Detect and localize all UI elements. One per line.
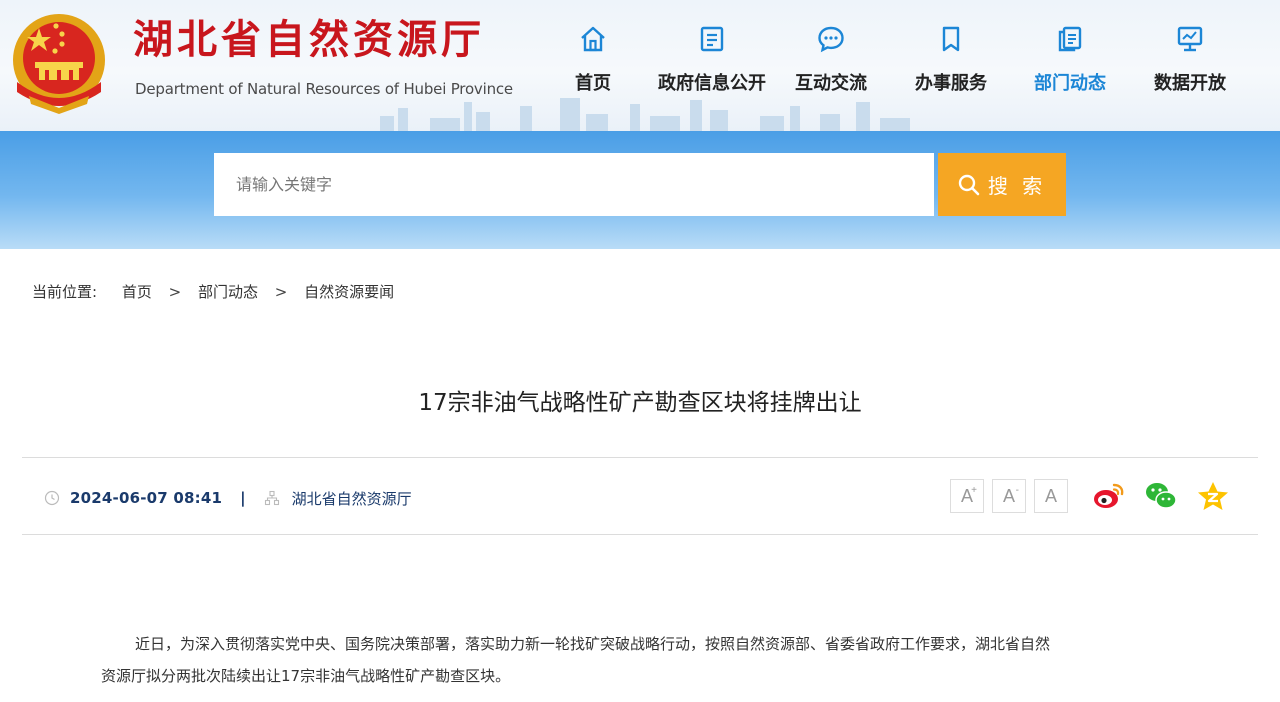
chat-bubble-icon bbox=[818, 26, 844, 53]
nav-label: 首页 bbox=[575, 73, 611, 94]
site-header: 湖北省自然资源厅 Department of Natural Resources… bbox=[0, 0, 1280, 131]
meta-separator: | bbox=[240, 489, 246, 507]
nav-item-interaction[interactable]: 互动交流 bbox=[771, 18, 891, 96]
breadcrumb-separator: > bbox=[168, 283, 182, 301]
clock-icon bbox=[44, 490, 60, 506]
font-size-increase-button[interactable]: A + bbox=[950, 479, 984, 513]
bookmark-icon bbox=[942, 26, 960, 52]
nav-item-dept-news[interactable]: 部门动态 bbox=[1010, 18, 1130, 96]
search-input[interactable] bbox=[214, 153, 934, 216]
nav-label: 政府信息公开 bbox=[658, 73, 766, 94]
wechat-icon[interactable] bbox=[1144, 480, 1178, 512]
font-size-reset-button[interactable]: A bbox=[1034, 479, 1068, 513]
breadcrumb-current[interactable]: 自然资源要闻 bbox=[304, 281, 394, 303]
nav-item-gov-info[interactable]: 政府信息公开 bbox=[652, 18, 772, 96]
document-list-icon bbox=[700, 26, 724, 52]
share-bar bbox=[1092, 480, 1230, 512]
search-button[interactable]: 搜 索 bbox=[938, 153, 1066, 216]
home-icon bbox=[581, 26, 605, 52]
nav-item-home[interactable]: 首页 bbox=[533, 18, 653, 96]
nav-label: 互动交流 bbox=[795, 73, 867, 94]
breadcrumb-home[interactable]: 首页 bbox=[122, 281, 152, 303]
nav-item-services[interactable]: 办事服务 bbox=[891, 18, 1011, 96]
publish-date: 2024-06-07 08:41 bbox=[70, 489, 223, 507]
search-band: 搜 索 bbox=[0, 131, 1280, 249]
qzone-icon[interactable] bbox=[1196, 480, 1230, 512]
nav-label: 办事服务 bbox=[915, 73, 987, 94]
breadcrumb-label: 当前位置: bbox=[32, 283, 98, 301]
article-meta: 2024-06-07 08:41 | 湖北省自然资源厅 bbox=[44, 485, 412, 511]
weibo-icon[interactable] bbox=[1092, 480, 1126, 512]
divider-bottom bbox=[22, 534, 1258, 535]
main-nav: 首页 政府信息公开 互动交流 办事服务 部门动态 数据开放 bbox=[0, 18, 1280, 108]
search-button-label: 搜 索 bbox=[987, 174, 1047, 198]
article-title: 17宗非油气战略性矿产勘查区块将挂牌出让 bbox=[418, 390, 862, 416]
breadcrumb-dept-news[interactable]: 部门动态 bbox=[198, 281, 258, 303]
breadcrumb: 当前位置: 首页 > 部门动态 > 自然资源要闻 bbox=[32, 281, 394, 303]
font-size-tools: A + A- A bbox=[950, 479, 1068, 513]
nav-item-open-data[interactable]: 数据开放 bbox=[1130, 18, 1250, 96]
font-size-decrease-button[interactable]: A- bbox=[992, 479, 1026, 513]
search-icon bbox=[958, 174, 980, 195]
nav-label: 数据开放 bbox=[1154, 73, 1226, 94]
org-structure-icon bbox=[264, 490, 279, 506]
news-copy-icon bbox=[1058, 26, 1082, 52]
article-paragraph-line: 近日，为深入贯彻落实党中央、国务院决策部署，落实助力新一轮找矿突破战略行动，按照… bbox=[135, 635, 1051, 653]
divider-top bbox=[22, 457, 1258, 458]
breadcrumb-separator: > bbox=[274, 283, 288, 301]
article-source: 湖北省自然资源厅 bbox=[291, 489, 412, 508]
data-screen-icon bbox=[1177, 26, 1203, 52]
article-paragraph-line: 资源厅拟分两批次陆续出让17宗非油气战略性矿产勘查区块。 bbox=[101, 667, 511, 685]
nav-label: 部门动态 bbox=[1034, 73, 1106, 94]
